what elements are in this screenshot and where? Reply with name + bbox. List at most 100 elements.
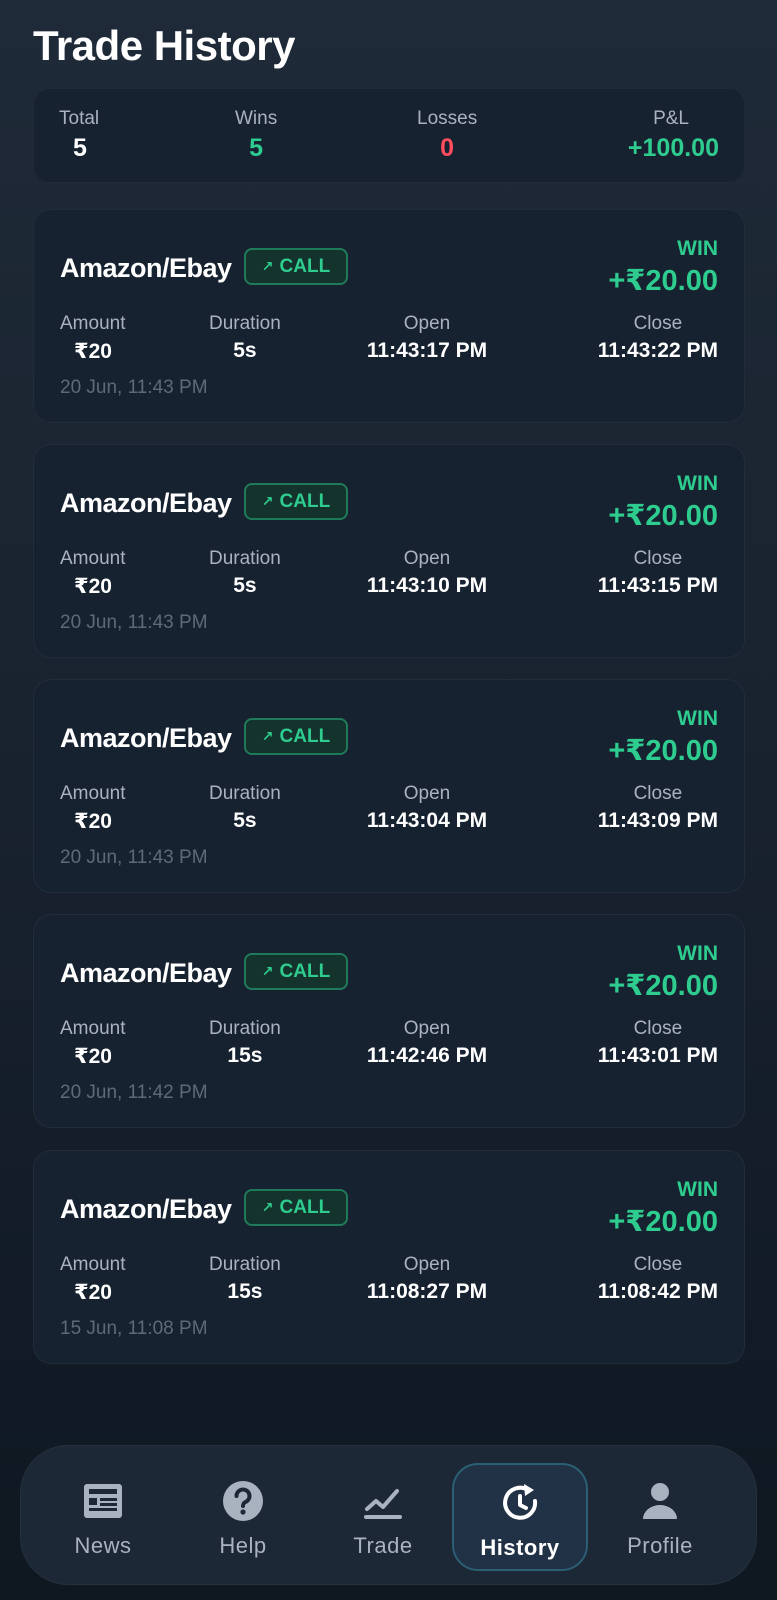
- trade-duration: Duration 5s: [209, 548, 281, 598]
- direction-label: CALL: [279, 490, 331, 512]
- arrow-up-right-icon: ↗: [261, 728, 274, 744]
- close-value: 11:43:22 PM: [597, 339, 718, 362]
- nav-history[interactable]: History: [452, 1463, 588, 1571]
- trade-amount: Amount ₹20: [60, 1254, 125, 1305]
- amount-label: Amount: [60, 1254, 126, 1275]
- trade-card[interactable]: Amazon/Ebay ↗ CALL WIN +₹20.00 Amount ₹20…: [33, 1150, 745, 1364]
- help-icon: [223, 1481, 263, 1521]
- direction-badge: ↗ CALL: [244, 953, 348, 990]
- trade-timestamp: 20 Jun, 11:43 PM: [60, 847, 208, 868]
- result-pnl: +₹20.00: [608, 500, 718, 532]
- summary-total: Total 5: [59, 108, 99, 163]
- trade-duration: Duration 5s: [209, 313, 281, 363]
- duration-label: Duration: [209, 548, 281, 569]
- summary-pnl-value: +100.00: [627, 134, 719, 162]
- summary-losses-value: 0: [440, 134, 455, 162]
- direction-badge: ↗ CALL: [244, 248, 348, 285]
- open-value: 11:43:04 PM: [366, 809, 488, 832]
- duration-label: Duration: [209, 313, 281, 334]
- duration-value: 15s: [227, 1044, 263, 1067]
- amount-value: ₹20: [74, 810, 112, 833]
- trade-close: Close 11:43:09 PM: [598, 783, 718, 833]
- open-label: Open: [403, 783, 451, 804]
- trade-result: WIN +₹20.00: [608, 942, 718, 1003]
- trade-amount: Amount ₹20: [60, 548, 125, 599]
- amount-label: Amount: [60, 1018, 126, 1039]
- nav-trade[interactable]: Trade: [315, 1463, 451, 1571]
- result-pnl: +₹20.00: [608, 970, 718, 1002]
- duration-label: Duration: [209, 1254, 281, 1275]
- nav-news-label: News: [74, 1533, 132, 1558]
- trade-open: Open 11:43:17 PM: [364, 313, 490, 363]
- trade-result: WIN +₹20.00: [608, 237, 718, 298]
- summary-pnl: P&L +100.00: [628, 108, 719, 163]
- trade-open: Open 11:08:27 PM: [364, 1254, 490, 1304]
- trade-open: Open 11:42:46 PM: [364, 1018, 490, 1068]
- arrow-up-right-icon: ↗: [261, 1199, 274, 1215]
- user-icon: [643, 1483, 677, 1519]
- trade-card[interactable]: Amazon/Ebay ↗ CALL WIN +₹20.00 Amount ₹20…: [33, 679, 745, 893]
- trade-amount: Amount ₹20: [60, 783, 125, 834]
- trade-card[interactable]: Amazon/Ebay ↗ CALL WIN +₹20.00 Amount ₹20…: [33, 209, 745, 423]
- amount-value: ₹20: [74, 340, 112, 363]
- nav-news[interactable]: News: [35, 1463, 171, 1571]
- result-label: WIN: [677, 942, 718, 965]
- amount-label: Amount: [60, 783, 126, 804]
- nav-help-label: Help: [219, 1533, 267, 1558]
- close-label: Close: [633, 548, 683, 569]
- arrow-up-right-icon: ↗: [261, 963, 274, 979]
- amount-value: ₹20: [74, 1281, 112, 1304]
- trade-open: Open 11:43:04 PM: [364, 783, 490, 833]
- trade-timestamp: 20 Jun, 11:42 PM: [60, 1082, 208, 1103]
- close-label: Close: [633, 1018, 683, 1039]
- summary-losses-label: Losses: [417, 108, 478, 129]
- amount-label: Amount: [60, 548, 126, 569]
- page-title: Trade History: [33, 22, 295, 69]
- trade-pair: Amazon/Ebay: [60, 1194, 232, 1224]
- open-value: 11:08:27 PM: [366, 1280, 488, 1303]
- trade-close: Close 11:43:22 PM: [598, 313, 718, 363]
- trade-duration: Duration 15s: [209, 1254, 281, 1304]
- bottom-nav: News Help Trade History Profile: [20, 1445, 757, 1585]
- trade-timestamp: 15 Jun, 11:08 PM: [60, 1318, 208, 1339]
- close-value: 11:43:01 PM: [597, 1044, 718, 1067]
- duration-value: 5s: [233, 339, 257, 362]
- open-label: Open: [403, 548, 451, 569]
- summary-losses: Losses 0: [417, 108, 477, 163]
- trade-result: WIN +₹20.00: [608, 472, 718, 533]
- summary-wins-value: 5: [249, 134, 264, 162]
- result-label: WIN: [677, 707, 718, 730]
- trade-card[interactable]: Amazon/Ebay ↗ CALL WIN +₹20.00 Amount ₹20…: [33, 444, 745, 658]
- summary-total-label: Total: [59, 108, 100, 129]
- trade-amount: Amount ₹20: [60, 313, 125, 364]
- amount-value: ₹20: [74, 575, 112, 598]
- trade-timestamp: 20 Jun, 11:43 PM: [60, 612, 208, 633]
- summary-wins-label: Wins: [235, 108, 278, 129]
- trade-pair: Amazon/Ebay: [60, 253, 232, 283]
- trade-duration: Duration 5s: [209, 783, 281, 833]
- close-label: Close: [633, 783, 683, 804]
- newspaper-icon: [84, 1484, 122, 1518]
- trade-open: Open 11:43:10 PM: [364, 548, 490, 598]
- open-value: 11:43:17 PM: [366, 339, 488, 362]
- result-pnl: +₹20.00: [608, 1206, 718, 1238]
- close-value: 11:43:09 PM: [597, 809, 718, 832]
- trade-close: Close 11:08:42 PM: [598, 1254, 718, 1304]
- nav-help[interactable]: Help: [175, 1463, 311, 1571]
- trade-result: WIN +₹20.00: [608, 1178, 718, 1239]
- duration-label: Duration: [209, 1018, 281, 1039]
- history-icon: [503, 1484, 538, 1520]
- nav-profile[interactable]: Profile: [592, 1463, 728, 1571]
- result-pnl: +₹20.00: [608, 265, 718, 297]
- direction-badge: ↗ CALL: [244, 1189, 348, 1226]
- duration-value: 15s: [227, 1280, 263, 1303]
- nav-trade-label: Trade: [353, 1533, 413, 1558]
- duration-value: 5s: [233, 809, 257, 832]
- result-label: WIN: [677, 237, 718, 260]
- trade-card[interactable]: Amazon/Ebay ↗ CALL WIN +₹20.00 Amount ₹20…: [33, 914, 745, 1128]
- close-value: 11:08:42 PM: [597, 1280, 718, 1303]
- trade-duration: Duration 15s: [209, 1018, 281, 1068]
- direction-badge: ↗ CALL: [244, 483, 348, 520]
- open-label: Open: [403, 1254, 451, 1275]
- direction-label: CALL: [279, 725, 331, 747]
